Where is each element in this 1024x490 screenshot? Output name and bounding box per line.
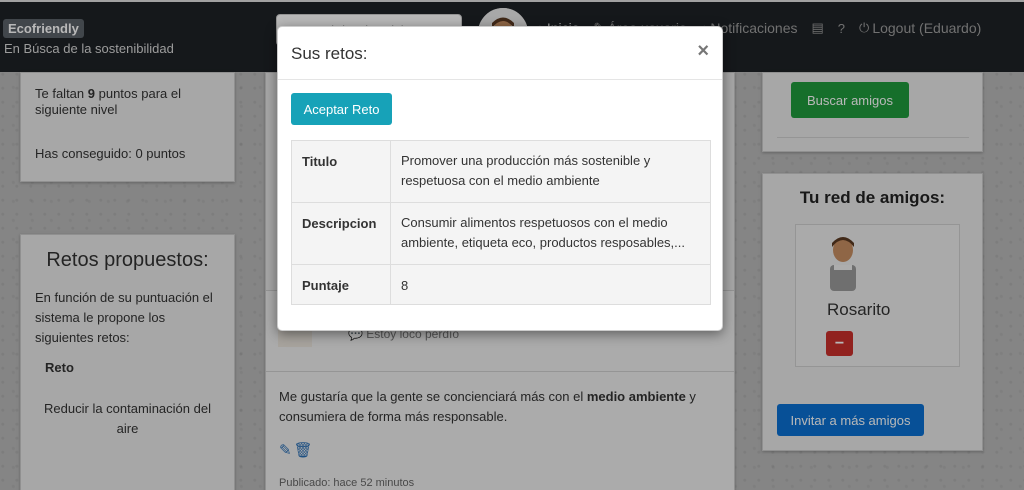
row-label: Descripcion [291,202,391,265]
table-row: Puntaje 8 [291,264,711,305]
row-label: Titulo [291,140,391,203]
modal-header: Sus retos: × [278,27,722,80]
modal-title: Sus retos: [291,44,368,63]
table-row: Titulo Promover una producción más soste… [291,140,711,203]
table-row: Descripcion Consumir alimentos respetuos… [291,202,711,265]
row-value: 8 [390,264,711,305]
row-value: Consumir alimentos respetuosos con el me… [390,202,711,265]
close-button[interactable]: × [697,40,709,63]
retos-modal: Sus retos: × Aceptar Reto Titulo Promove… [277,26,723,331]
row-label: Puntaje [291,264,391,305]
accept-reto-button[interactable]: Aceptar Reto [291,93,392,125]
reto-details-table: Titulo Promover una producción más soste… [291,140,711,305]
row-value: Promover una producción más sostenible y… [390,140,711,203]
